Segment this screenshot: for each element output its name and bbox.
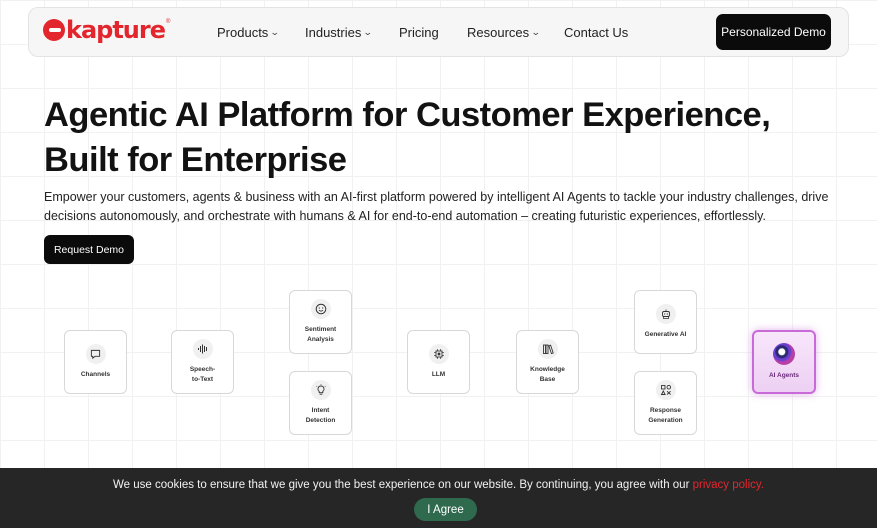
nav-item-resources[interactable]: Resources ⌄ <box>467 25 541 40</box>
flow-card-channels: Channels <box>64 330 127 394</box>
lightbulb-icon <box>310 380 331 400</box>
flow-card-knowledge-base: Knowledge Base <box>516 330 579 394</box>
nav-item-label: Products <box>217 25 269 40</box>
books-icon <box>537 339 558 359</box>
flow-card-label: Channels <box>80 371 111 378</box>
trademark-symbol: ® <box>166 19 171 25</box>
nav-item-label: Pricing <box>399 25 439 40</box>
flow-card-label: AI Agents <box>768 372 800 379</box>
nav-item-pricing[interactable]: Pricing <box>399 25 439 40</box>
smiley-icon <box>310 299 331 319</box>
personalized-demo-button[interactable]: Personalized Demo <box>716 14 831 50</box>
nav-item-industries[interactable]: Industries ⌄ <box>305 25 374 40</box>
hero-title: Agentic AI Platform for Customer Experie… <box>44 93 844 183</box>
hero-subtitle: Empower your customers, agents & busines… <box>44 190 829 223</box>
ai-orb-icon <box>773 343 795 365</box>
logo-wordmark: kapture <box>66 16 166 44</box>
flow-card-llm: LLM <box>407 330 470 394</box>
flow-card-ai-agents: AI Agents <box>752 330 816 394</box>
flow-card-label: Generative AI <box>644 331 687 338</box>
flow-card-label: Knowledge Base <box>530 366 565 383</box>
chevron-down-icon: ⌄ <box>270 27 280 37</box>
chat-bubble-icon <box>85 344 106 364</box>
flow-card-speech-to-text: Speech- to-Text <box>171 330 234 394</box>
cookie-message: We use cookies to ensure that we give yo… <box>0 479 877 491</box>
flow-card-label: Speech- to-Text <box>189 366 216 383</box>
nav-item-products[interactable]: Products ⌄ <box>217 25 280 40</box>
waveform-icon <box>192 339 213 359</box>
nav-item-label: Industries <box>305 25 362 40</box>
hero-title-line-1: Agentic AI Platform for Customer Experie… <box>44 96 771 134</box>
top-navbar: kapture ® Products ⌄ Industries ⌄ Pricin… <box>28 7 849 57</box>
flow-card-label: LLM <box>431 371 446 378</box>
cookie-banner: We use cookies to ensure that we give yo… <box>0 468 877 528</box>
kapture-logo[interactable]: kapture ® <box>43 16 171 44</box>
flow-card-generative-ai: Generative AI <box>634 290 697 354</box>
flow-card-sentiment-analysis: Sentiment Analysis <box>289 290 352 354</box>
logo-mark-icon <box>43 19 65 41</box>
i-agree-button[interactable]: I Agree <box>414 498 477 521</box>
flow-card-label: Intent Detection <box>305 407 336 424</box>
flow-card-label: Response Generation <box>648 407 683 424</box>
chip-icon <box>428 344 449 364</box>
flow-card-response-generation: Response Generation <box>634 371 697 435</box>
hero-title-line-2: Built for Enterprise <box>44 141 347 179</box>
chevron-down-icon: ⌄ <box>363 27 374 37</box>
nav-item-label: Contact Us <box>564 25 629 40</box>
flow-card-intent-detection: Intent Detection <box>289 371 352 435</box>
nav-item-label: Resources <box>467 25 530 40</box>
grid-icon <box>655 380 676 400</box>
privacy-policy-link[interactable]: privacy policy. <box>693 479 764 491</box>
request-demo-button[interactable]: Request Demo <box>44 235 134 264</box>
chevron-down-icon: ⌄ <box>531 27 541 37</box>
robot-icon <box>655 304 676 324</box>
nav-item-contact[interactable]: Contact Us <box>564 25 628 40</box>
cookie-text: We use cookies to ensure that we give yo… <box>113 479 693 491</box>
flow-card-label: Sentiment Analysis <box>304 326 337 343</box>
